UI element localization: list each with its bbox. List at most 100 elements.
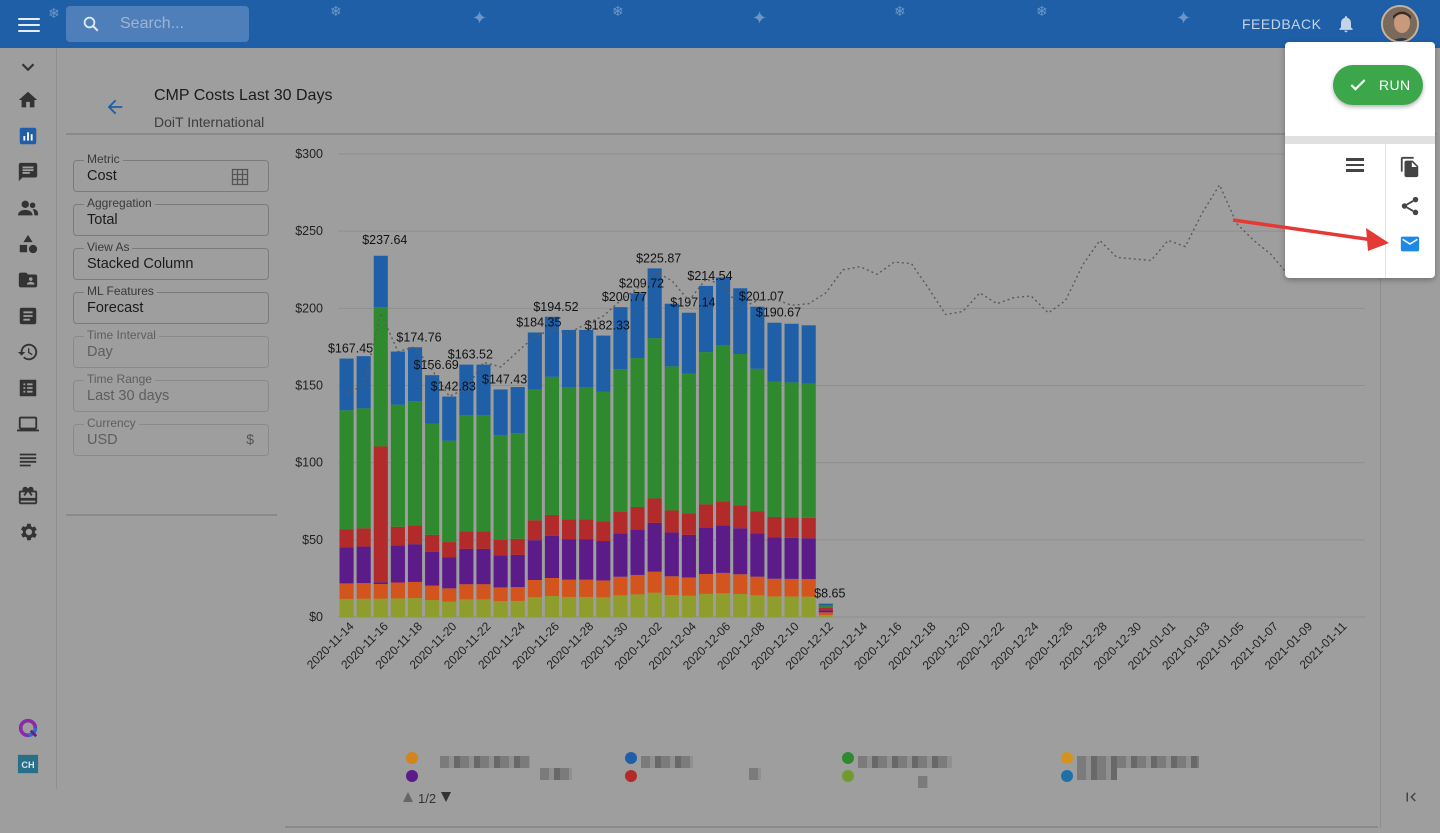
bar-segment[interactable]	[818, 612, 833, 615]
bar-segment[interactable]	[579, 596, 594, 617]
bar-segment[interactable]	[425, 551, 440, 586]
bar-segment[interactable]	[459, 415, 474, 532]
shared-folder-icon[interactable]	[17, 269, 39, 291]
users-group-icon[interactable]	[17, 197, 39, 219]
bar-segment[interactable]	[716, 525, 731, 573]
q-logo-icon[interactable]	[17, 717, 39, 739]
bar-segment[interactable]	[527, 520, 542, 541]
bar-segment[interactable]	[596, 335, 611, 392]
bar-segment[interactable]	[750, 576, 765, 596]
laptop-icon[interactable]	[17, 413, 39, 435]
bar-segment[interactable]	[784, 537, 799, 579]
time-range-select[interactable]: Time Range Last 30 days	[73, 372, 269, 412]
legend-marker[interactable]	[406, 770, 418, 782]
bar-segment[interactable]	[579, 329, 594, 388]
bar-segment[interactable]	[613, 307, 628, 370]
support-chat-icon[interactable]	[17, 161, 39, 183]
bar-segment[interactable]	[630, 594, 645, 617]
view-as-select[interactable]: View As Stacked Column	[73, 240, 269, 280]
bar-segment[interactable]	[630, 506, 645, 530]
bar-segment[interactable]	[664, 595, 679, 617]
bar-segment[interactable]	[442, 396, 457, 441]
bar-segment[interactable]	[630, 529, 645, 575]
bar-segment[interactable]	[544, 514, 560, 536]
legend-marker[interactable]	[842, 752, 854, 764]
home-icon[interactable]	[17, 89, 39, 111]
bar-segment[interactable]	[459, 584, 474, 600]
bar-segment[interactable]	[562, 387, 577, 520]
bar-segment[interactable]	[664, 532, 679, 577]
bar-segment[interactable]	[407, 598, 423, 617]
bar-segment[interactable]	[733, 574, 748, 594]
bar-segment[interactable]	[562, 519, 577, 540]
bar-segment[interactable]	[407, 525, 423, 545]
bar-segment[interactable]	[373, 446, 388, 583]
bar-segment[interactable]	[784, 596, 799, 617]
bar-segment[interactable]	[339, 583, 354, 599]
bar-segment[interactable]	[750, 368, 765, 512]
bar-segment[interactable]	[596, 391, 611, 522]
bar-segment[interactable]	[476, 599, 491, 617]
bar-segment[interactable]	[510, 433, 525, 539]
bar-segment[interactable]	[767, 322, 782, 382]
bar-segment[interactable]	[767, 516, 782, 538]
bar-segment[interactable]	[716, 572, 731, 594]
collapse-panel-icon[interactable]	[1402, 788, 1420, 806]
bar-segment[interactable]	[784, 382, 799, 518]
bar-segment[interactable]	[459, 548, 474, 585]
bar-segment[interactable]	[510, 387, 525, 434]
bar-segment[interactable]	[664, 576, 679, 596]
legend-marker[interactable]	[625, 770, 637, 782]
bar-segment[interactable]	[698, 352, 714, 505]
bar-segment[interactable]	[493, 539, 508, 556]
assets-list-icon[interactable]	[17, 377, 39, 399]
bar-segment[interactable]	[356, 408, 371, 529]
feedback-link[interactable]: FEEDBACK	[1242, 16, 1321, 32]
bar-segment[interactable]	[339, 410, 354, 530]
bar-segment[interactable]	[767, 578, 782, 597]
bar-segment[interactable]	[613, 511, 628, 534]
bar-segment[interactable]	[596, 521, 611, 542]
bar-segment[interactable]	[698, 504, 714, 528]
bar-segment[interactable]	[442, 440, 457, 543]
aggregation-select[interactable]: Aggregation Total	[73, 196, 269, 236]
bar-segment[interactable]	[681, 534, 696, 578]
bar-segment[interactable]	[698, 593, 714, 617]
bar-segment[interactable]	[527, 540, 542, 581]
copy-document-icon[interactable]	[1399, 156, 1421, 178]
bar-segment[interactable]	[767, 381, 782, 517]
search-box[interactable]	[66, 6, 249, 42]
bar-segment[interactable]	[801, 517, 816, 539]
bar-segment[interactable]	[373, 307, 388, 447]
bar-segment[interactable]	[784, 578, 799, 597]
bar-segment[interactable]	[390, 526, 405, 546]
bar-segment[interactable]	[356, 598, 371, 617]
search-input[interactable]	[120, 6, 245, 42]
bar-segment[interactable]	[613, 369, 628, 512]
bar-segment[interactable]	[390, 545, 405, 583]
invoice-list-icon[interactable]	[17, 305, 39, 327]
bar-segment[interactable]	[647, 338, 662, 499]
bar-segment[interactable]	[527, 597, 542, 617]
bar-segment[interactable]	[664, 366, 679, 511]
bar-segment[interactable]	[356, 583, 371, 599]
legend-prev-arrow-icon[interactable]	[402, 791, 414, 803]
back-arrow-icon[interactable]	[104, 96, 126, 118]
bar-segment[interactable]	[664, 303, 679, 367]
bar-segment[interactable]	[647, 522, 662, 572]
ml-features-select[interactable]: ML Features Forecast	[73, 284, 269, 324]
bar-segment[interactable]	[562, 539, 577, 580]
bar-segment[interactable]	[818, 607, 833, 611]
bar-segment[interactable]	[698, 527, 714, 574]
bar-segment[interactable]	[459, 599, 474, 617]
shapes-icon[interactable]	[17, 233, 39, 255]
bar-segment[interactable]	[647, 498, 662, 523]
bar-segment[interactable]	[733, 528, 748, 575]
bar-segment[interactable]	[425, 585, 440, 601]
bar-segment[interactable]	[647, 571, 662, 593]
bar-segment[interactable]	[390, 404, 405, 527]
bar-segment[interactable]	[613, 533, 628, 577]
bar-segment[interactable]	[442, 542, 457, 558]
user-avatar[interactable]	[1381, 5, 1419, 43]
bar-segment[interactable]	[596, 597, 611, 617]
